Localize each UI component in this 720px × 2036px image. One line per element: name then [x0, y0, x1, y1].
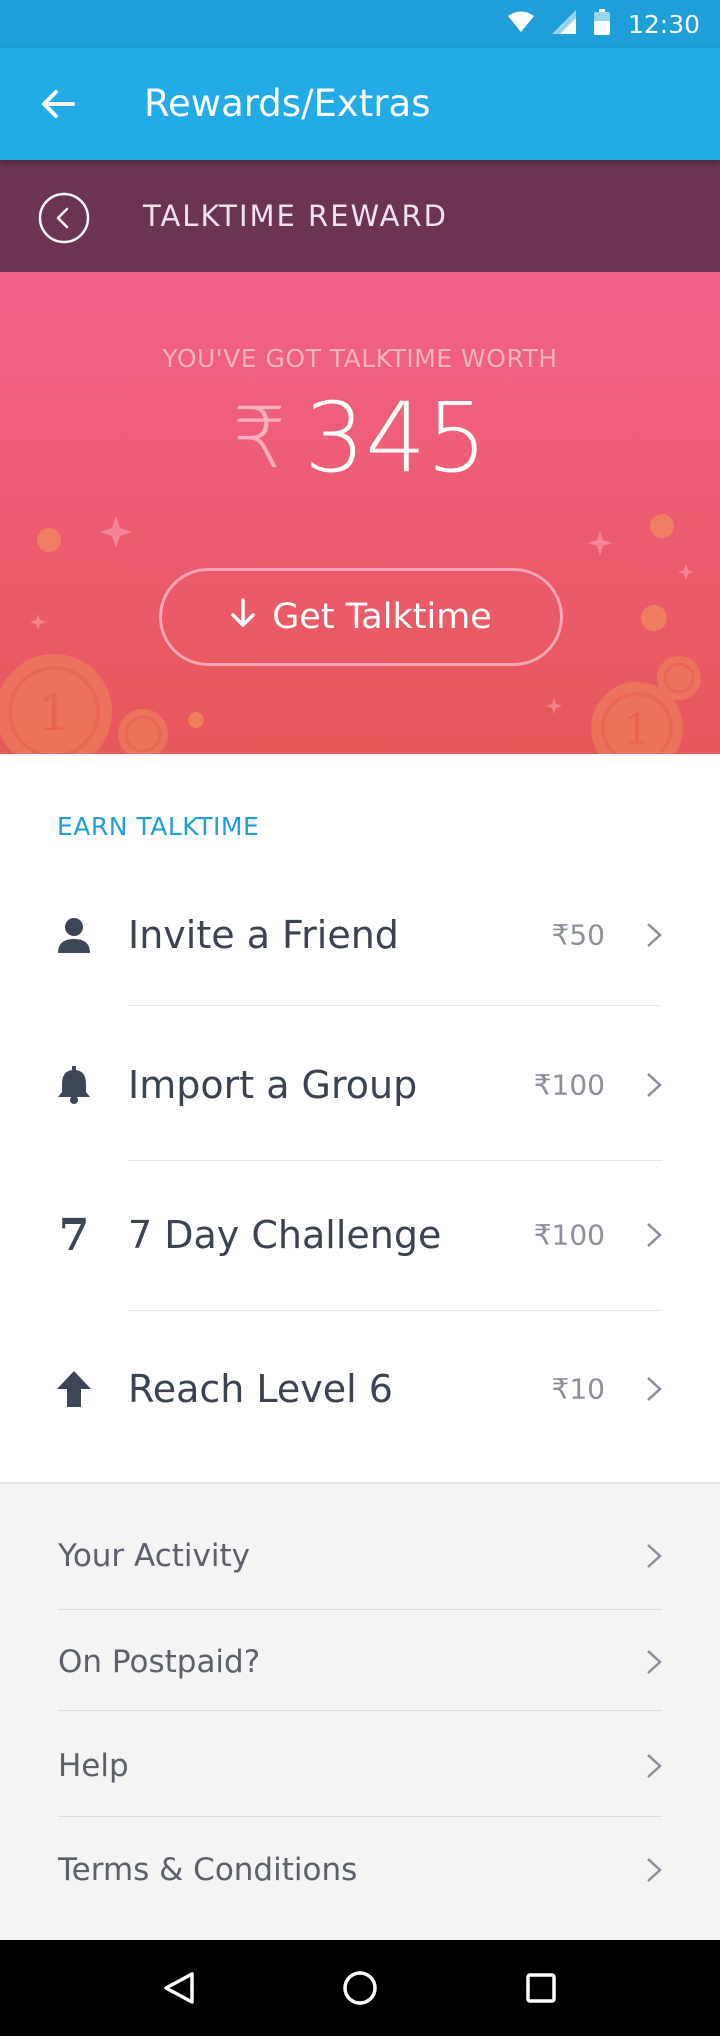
app-bar: Rewards/Extras: [0, 48, 720, 160]
menu-item-label: Your Activity: [58, 1538, 250, 1574]
chevron-right-icon: [644, 1752, 664, 1780]
earn-item-invite-friend[interactable]: Invite a Friend ₹50: [0, 860, 720, 1010]
svg-text:1: 1: [38, 684, 70, 742]
chevron-right-icon: [644, 1071, 664, 1099]
get-talktime-label: Get Talktime: [272, 597, 492, 637]
earn-item-7-day-challenge[interactable]: 7 7 Day Challenge ₹100: [0, 1160, 720, 1310]
hero-subtitle: YOU'VE GOT TALKTIME WORTH: [162, 344, 558, 373]
wifi-icon: [507, 11, 534, 38]
bell-icon: [52, 1063, 96, 1107]
earn-item-amount: ₹50: [551, 918, 605, 952]
terms-conditions-item[interactable]: Terms & Conditions: [0, 1818, 720, 1922]
chevron-right-icon: [644, 1856, 664, 1884]
arrow-left-icon[interactable]: [34, 80, 82, 128]
earn-item-label: Invite a Friend: [128, 913, 399, 957]
seven-icon: 7: [58, 1209, 90, 1261]
earn-item-amount: ₹10: [551, 1372, 605, 1406]
your-activity-item[interactable]: Your Activity: [0, 1504, 720, 1608]
recents-square-icon[interactable]: [511, 1958, 571, 2018]
arrow-down-icon: [230, 597, 256, 637]
divider: [128, 1310, 662, 1311]
earn-item-import-group[interactable]: Import a Group ₹100: [0, 1010, 720, 1160]
amount-value: 345: [304, 382, 488, 494]
signal-icon: [551, 9, 576, 39]
divider: [128, 1005, 662, 1006]
earn-heading: EARN TALKTIME: [57, 812, 260, 841]
status-time: 12:30: [627, 9, 700, 39]
menu-item-label: Help: [58, 1748, 129, 1784]
talktime-amount: ₹ 345: [0, 390, 720, 486]
navigation-bar: [0, 1940, 720, 2036]
divider: [58, 1710, 662, 1711]
chevron-right-icon: [644, 1648, 664, 1676]
menu-item-label: On Postpaid?: [58, 1644, 261, 1680]
home-circle-icon[interactable]: [330, 1958, 390, 2018]
chevron-left-circle-icon[interactable]: [38, 192, 90, 244]
earn-item-amount: ₹100: [533, 1068, 605, 1102]
back-triangle-icon[interactable]: [149, 1958, 209, 2018]
earn-item-label: Reach Level 6: [128, 1367, 393, 1411]
earn-item-label: 7 Day Challenge: [128, 1213, 442, 1257]
svg-text:1: 1: [624, 705, 651, 754]
menu-item-label: Terms & Conditions: [58, 1852, 358, 1888]
status-bar: 12:30: [0, 0, 720, 48]
rupee-symbol: ₹: [232, 389, 287, 487]
chevron-right-icon: [644, 1542, 664, 1570]
earn-item-reach-level[interactable]: Reach Level 6 ₹10: [0, 1314, 720, 1464]
battery-icon: [593, 8, 610, 40]
page-title: Rewards/Extras: [144, 82, 431, 125]
earn-item-label: Import a Group: [128, 1063, 418, 1107]
chevron-right-icon: [644, 1375, 664, 1403]
arrow-up-icon: [52, 1367, 96, 1411]
chevron-right-icon: [644, 921, 664, 949]
status-icons: 12:30: [507, 0, 700, 48]
section-title: TALKTIME REWARD: [143, 199, 448, 233]
help-item[interactable]: Help: [0, 1714, 720, 1818]
person-icon: [52, 913, 96, 957]
divider: [58, 1816, 662, 1817]
reward-hero: 1 1 YOU'VE GOT TALKTIME WORTH ₹ 345 Get …: [0, 272, 720, 754]
get-talktime-button[interactable]: Get Talktime: [159, 568, 563, 666]
more-options: Your Activity On Postpaid? Help Terms & …: [0, 1482, 720, 1940]
chevron-right-icon: [644, 1221, 664, 1249]
earn-item-amount: ₹100: [533, 1218, 605, 1252]
on-postpaid-item[interactable]: On Postpaid?: [0, 1610, 720, 1714]
